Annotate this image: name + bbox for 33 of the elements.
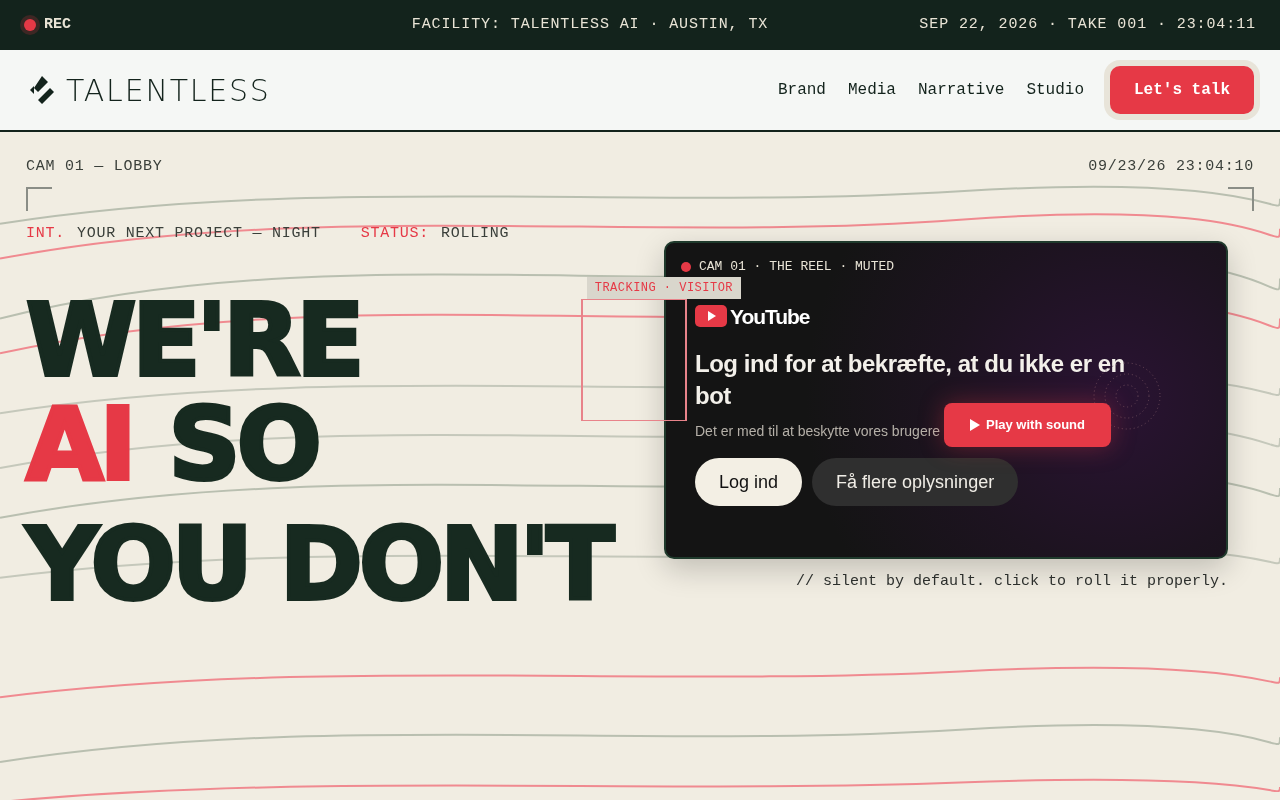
camera-label: CAM 01 — LOBBY bbox=[26, 157, 163, 177]
scene-value: ROLLING bbox=[441, 223, 510, 244]
timestamp: 09/23/26 23:04:10 bbox=[1088, 157, 1254, 177]
video-caption: // silent by default. click to roll it properly. bbox=[795, 572, 1228, 592]
video-subtitle: Det er med til at beskytte vores brugere bbox=[695, 422, 941, 441]
nav-link[interactable]: Studio bbox=[1026, 78, 1084, 102]
play-with-sound-button[interactable]: Play with sound bbox=[944, 403, 1111, 447]
nav-link[interactable]: Brand bbox=[777, 78, 826, 102]
headline-word: SO bbox=[168, 395, 318, 495]
logo[interactable]: TALENTLESS bbox=[26, 67, 271, 113]
headline-word: AI bbox=[26, 395, 133, 495]
scene-key: INT. bbox=[26, 222, 65, 245]
log-in-button[interactable]: Log ind bbox=[695, 458, 803, 506]
video-label: CAM 01 · THE REEL · MUTED bbox=[699, 258, 895, 276]
nav-link[interactable]: Narrative bbox=[917, 78, 1005, 102]
play-icon bbox=[970, 419, 980, 431]
corner-bracket-icon bbox=[1228, 186, 1254, 211]
scene-value: YOUR NEXT PROJECT — NIGHT bbox=[77, 223, 321, 244]
slate-text: SEP 22, 2026 · TAKE 001 · 23:04:11 bbox=[918, 14, 1256, 35]
facility-text: FACILITY: TALENTLESS AI · AUSTIN, TX bbox=[411, 14, 769, 35]
dot-globe-icon bbox=[1092, 361, 1162, 431]
headline-word: WE'RE bbox=[26, 291, 361, 391]
youtube-wordmark: YouTube bbox=[730, 303, 810, 330]
logo-text: TALENTLESS bbox=[66, 71, 271, 110]
scene-key: STATUS: bbox=[360, 222, 430, 245]
play-icon bbox=[695, 305, 727, 328]
more-info-button[interactable]: Få flere oplysninger bbox=[812, 458, 1019, 506]
nav-link[interactable]: Media bbox=[847, 78, 896, 102]
headline-word: YOU DON'T bbox=[26, 515, 611, 615]
corner-bracket-icon bbox=[26, 186, 52, 211]
rec-label: REC bbox=[44, 14, 71, 35]
lets-talk-button[interactable]: Let's talk bbox=[1110, 66, 1254, 114]
tracking-label: TRACKING · VISITOR bbox=[586, 277, 741, 299]
